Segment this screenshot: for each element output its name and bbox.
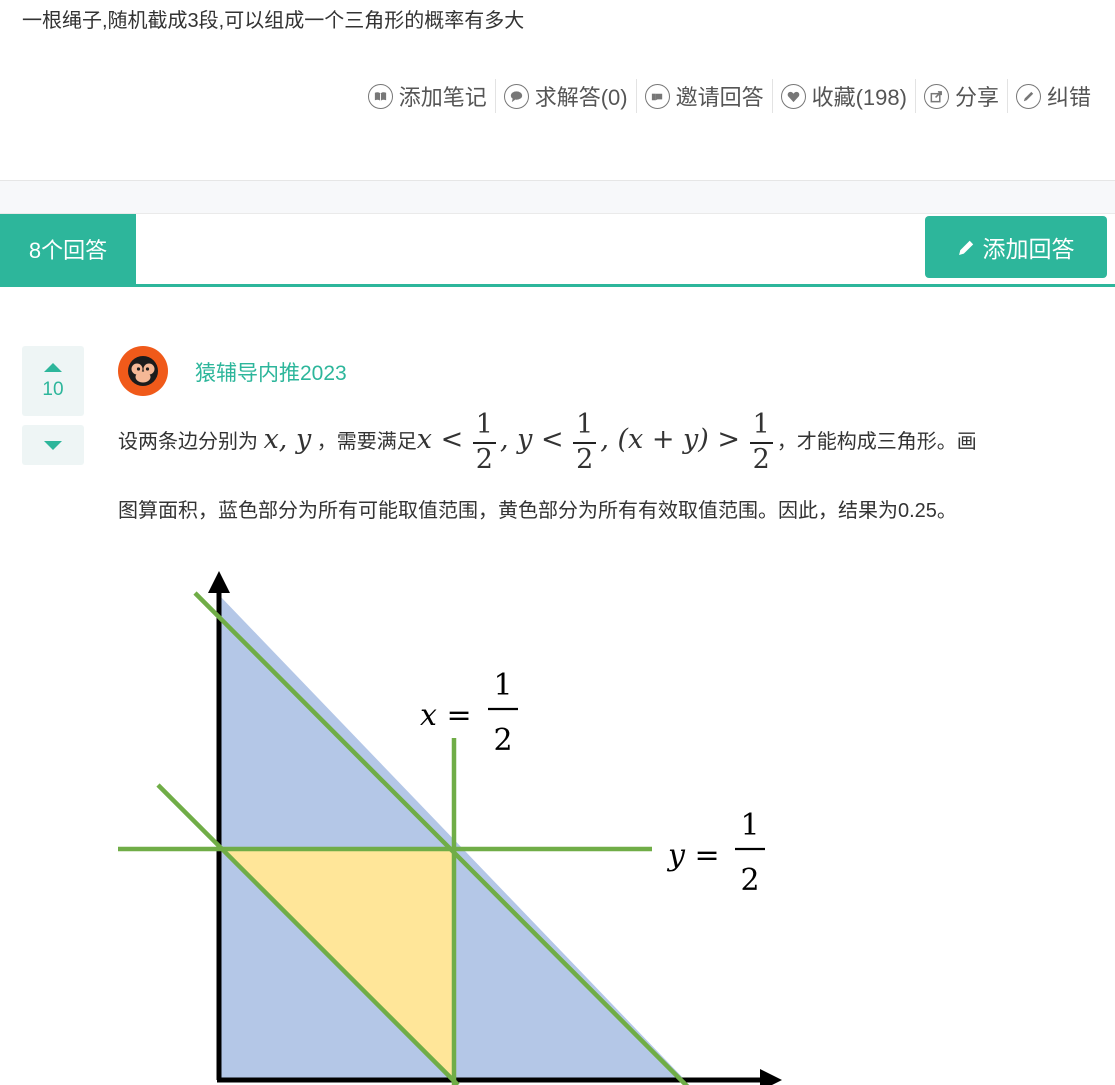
math-fraction: 12 [573,411,597,474]
share-label: 分享 [954,85,999,110]
arrow-up-icon [44,363,62,372]
invite-answer-label: 邀请回答 [675,85,764,110]
report-error-action[interactable]: 纠错 [1008,79,1093,113]
share-icon [923,83,949,109]
add-note-label: 添加笔记 [398,85,487,110]
math-cond-sum: , (x + y) > [600,424,741,455]
answer-intro: 设两条边分别为 [118,431,258,453]
ask-answer-action[interactable]: 求解答(0) [496,79,637,113]
y-axis-arrow-icon [208,571,230,593]
speech-bubble-icon [503,83,529,109]
answers-count-tab[interactable]: 8个回答 [0,214,136,284]
math-cond-x: x < [416,424,464,455]
math-vars: x, y [263,424,312,455]
answers-bar: 8个回答 添加回答 [0,214,1115,287]
favorite-label: 收藏(198) [811,85,907,110]
arrow-down-icon [44,440,62,450]
math-fraction: 12 [749,411,773,474]
downvote-button[interactable] [22,425,84,465]
invite-answer-action[interactable]: 邀请回答 [637,79,773,113]
x-axis-arrow-icon [760,1069,782,1085]
add-answer-button[interactable]: 添加回答 [925,216,1107,278]
heart-icon [780,83,806,109]
math-fraction: 12 [472,411,496,474]
question-title: 一根绳子,随机截成3段,可以组成一个三角形的概率有多大 [22,10,525,32]
author-name[interactable]: 猿辅导内推2023 [195,357,347,387]
avatar[interactable] [118,346,168,396]
monkey-logo-icon [128,356,158,386]
pencil-icon [958,240,973,255]
upvote-button[interactable]: 10 [22,346,84,416]
label-y-half: y = 1 2 [666,808,765,898]
svg-text:2: 2 [740,863,759,898]
ask-answer-label: 求解答(0) [534,85,628,110]
favorite-action[interactable]: 收藏(198) [773,79,916,113]
add-answer-label: 添加回答 [982,236,1075,262]
share-action[interactable]: 分享 [916,79,1008,113]
add-note-action[interactable]: 添加笔记 [360,79,496,113]
invite-hand-icon [644,83,670,109]
answer-text-line2: 图算面积，蓝色部分为所有可能取值范围，黄色部分为所有有效取值范围。因此，结果为0… [118,500,957,522]
probability-diagram: x = 1 2 y = 1 2 [110,565,800,1085]
math-cond-y: , y < [499,424,564,455]
label-x-half: x = 1 2 [420,668,518,758]
report-error-label: 纠错 [1046,85,1091,110]
answer-text: 设两条边分别为 x, y ，需要满足x < 12, y < 12, (x + y… [118,410,1098,474]
answer-tail: ，才能构成三角形。画 [776,431,977,453]
svg-text:1: 1 [740,808,759,843]
answer-need: ，需要满足 [316,431,417,453]
svg-text:x =: x = [420,698,472,733]
svg-text:1: 1 [493,668,512,703]
pencil-icon [1015,83,1041,109]
section-divider [0,180,1115,214]
vote-count: 10 [42,379,64,400]
notebook-icon [367,83,393,109]
svg-text:2: 2 [493,723,512,758]
question-actions: 添加笔记 求解答(0) 邀请回答 收藏(198) 分享 纠错 [360,78,1093,114]
svg-text:y =: y = [666,838,720,873]
